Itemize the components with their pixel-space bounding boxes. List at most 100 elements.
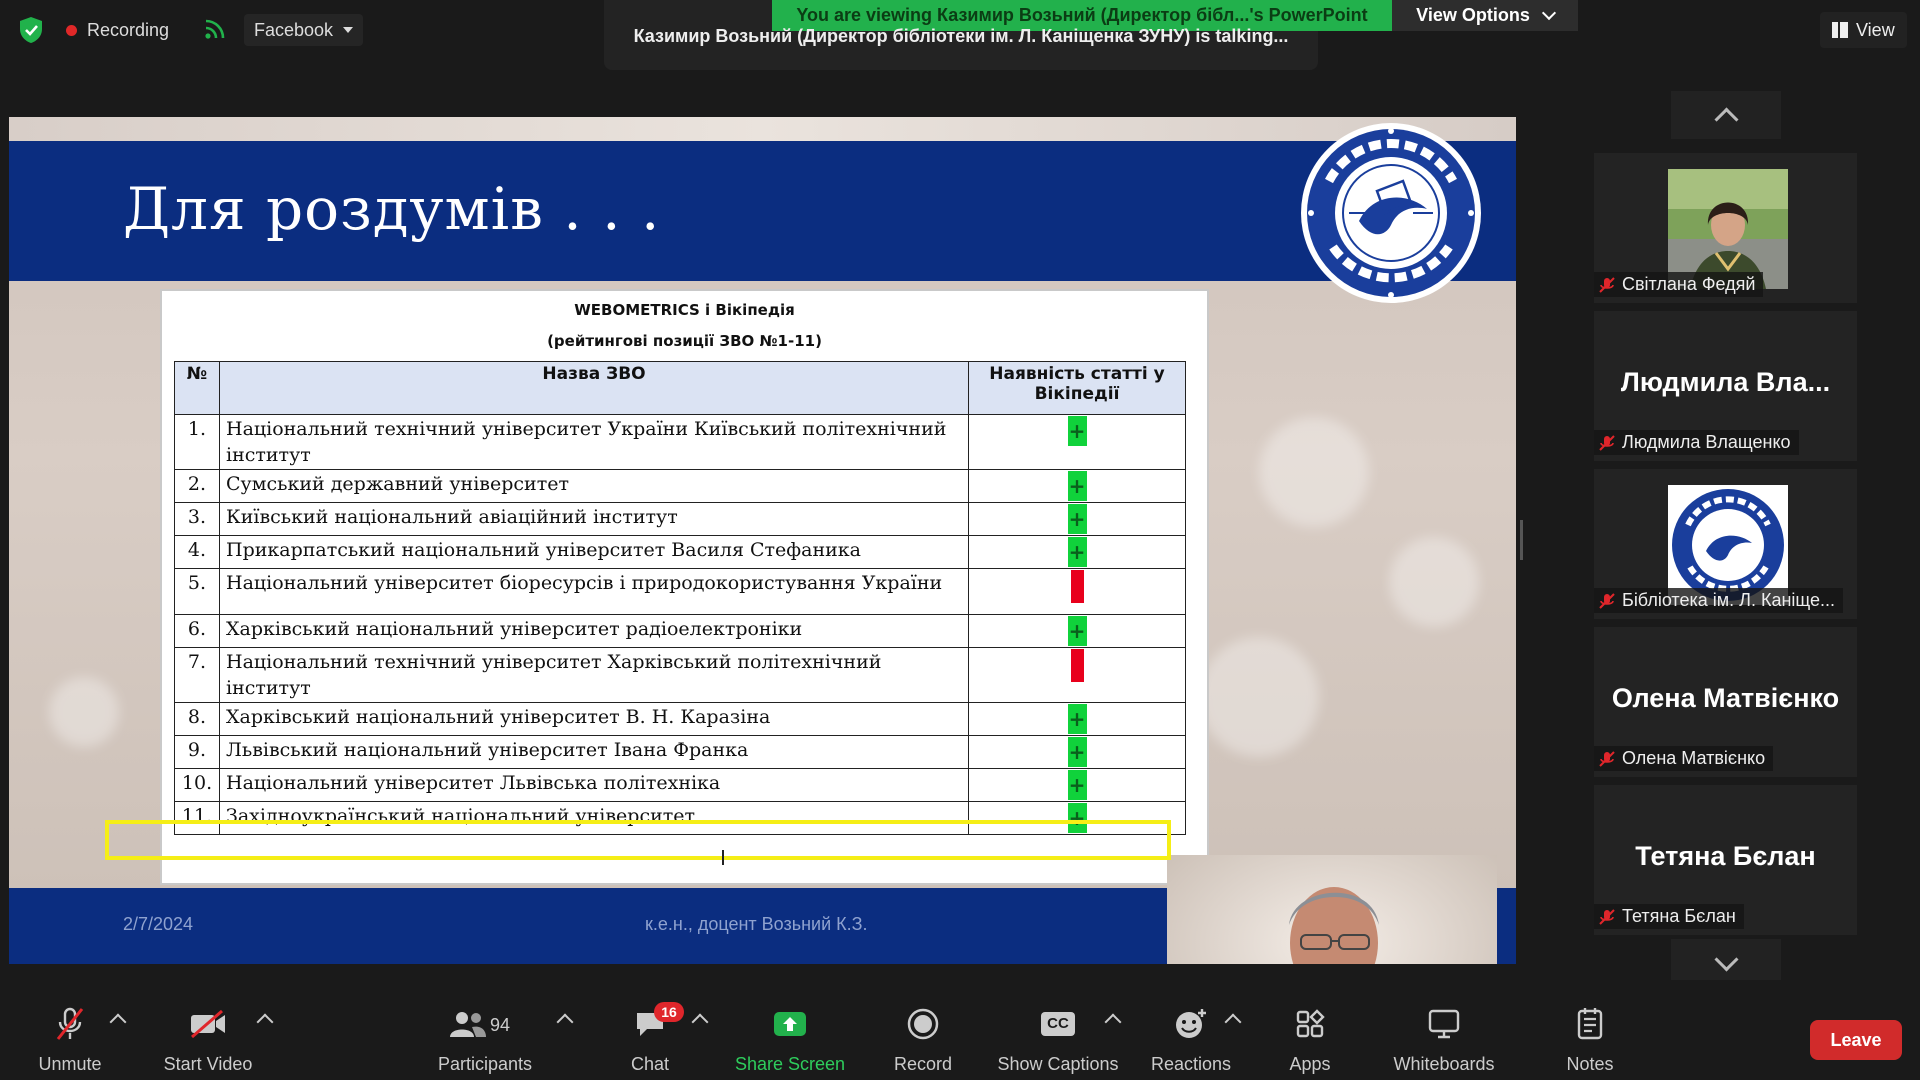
whiteboards-label: Whiteboards [1393,1054,1495,1074]
participant-video [1668,169,1788,289]
view-layout-button[interactable]: View [1820,12,1907,48]
panel-resize-handle[interactable] [1520,520,1523,560]
recording-indicator[interactable]: Recording [66,18,169,42]
wikipedia-status-cell: + [968,735,1186,769]
wikipedia-status-cell: + [968,614,1186,648]
audio-options-caret-icon[interactable] [109,1013,127,1031]
participant-name-label: Бібліотека ім. Л. Каніще... [1594,588,1844,613]
participant-logo [1668,485,1788,605]
participants-button[interactable]: 94 Participants [430,980,540,1080]
start-video-button[interactable]: Start Video [158,980,258,1080]
participants-count: 94 [490,1015,511,1035]
closed-captions-icon: CC [1041,1012,1075,1036]
background-bokeh [49,677,119,747]
whiteboard-icon [1428,1009,1460,1039]
participant-name-label: Людмила Влащенко [1594,430,1799,455]
participant-display-name: Людмила Вла... [1620,367,1831,397]
talking-indicator-text: Казимир Возьний (Директор бібліотеки ім.… [633,26,1289,46]
table-row: 1. Національний технічний університет Укр… [174,414,1186,470]
reactions-label: Reactions [1150,1054,1232,1074]
highlight-box-row-11 [105,820,1171,860]
wikipedia-status-cell [968,568,1186,615]
chat-options-caret-icon[interactable] [691,1013,709,1031]
table-row: 5. Національний університет біоресурсів і… [174,568,1186,615]
has-article-plus-mark: + [1067,537,1087,567]
column-header-number: № [174,361,220,415]
participant-tile[interactable]: Тетяна Бєлан Тетяна Бєлан [1594,785,1857,935]
university-name: Прикарпатський національний університет … [219,535,969,569]
university-name: Національний університет Львівська політ… [219,768,969,802]
table-title: WEBOMETRICS і Вікіпедія [574,301,795,319]
no-article-red-mark [1070,649,1084,682]
participant-name: Олена Матвієнко [1622,748,1766,768]
share-screen-button[interactable]: Share Screen [725,980,855,1080]
participants-label: Participants [437,1054,533,1074]
participant-name-label: Світлана Федяй [1594,272,1764,297]
notes-label: Notes [1566,1054,1614,1074]
participant-tile[interactable]: Людмила Вла... Людмила Влащенко [1594,311,1857,461]
wikipedia-status-cell: + [968,414,1186,470]
university-name: Київський національний авіаційний інстит… [219,502,969,536]
share-screen-icon [774,1012,806,1036]
participant-tile[interactable]: Світлана Федяй [1594,153,1857,303]
row-number: 7. [174,647,220,703]
muted-mic-icon [1599,276,1615,293]
ranking-table-card: WEBOMETRICS і Вікіпедія (рейтингові пози… [160,289,1209,885]
row-number: 9. [174,735,220,769]
unmute-button[interactable]: Unmute [30,980,110,1080]
muted-microphone-icon [56,1007,84,1040]
row-number: 1. [174,414,220,470]
has-article-plus-mark: + [1067,616,1087,646]
slide-date: 2/7/2024 [123,914,194,934]
participant-name-label: Олена Матвієнко [1594,746,1774,771]
live-stream-target-dropdown[interactable]: Facebook [244,14,364,46]
slide-top-strip [9,117,1516,141]
row-number: 4. [174,535,220,569]
record-label: Record [893,1054,953,1074]
wikipedia-status-cell: + [968,535,1186,569]
video-options-caret-icon[interactable] [256,1013,274,1031]
table-subtitle: (рейтингові позиції ЗВО №1-11) [547,332,822,350]
notes-icon [1577,1008,1603,1040]
university-name: Харківський національний університет рад… [219,614,969,648]
has-article-plus-mark: + [1067,504,1087,534]
participant-tile[interactable]: Бібліотека ім. Л. Каніще... [1594,469,1857,619]
background-bokeh [1259,417,1369,527]
whiteboards-button[interactable]: Whiteboards [1384,980,1504,1080]
show-captions-button[interactable]: CC Show Captions [993,980,1123,1080]
wikipedia-status-cell [968,647,1186,703]
caret-down-icon [343,27,354,33]
leave-meeting-button[interactable]: Leave [1810,1020,1902,1060]
view-options-label: View Options [1416,5,1530,25]
chevron-down-icon [1713,946,1739,972]
muted-mic-icon [1599,750,1615,767]
ranking-table: № Назва ЗВО Наявність статті у Вікіпедії… [174,361,1186,835]
has-article-plus-mark: + [1067,471,1087,501]
table-header-row: № Назва ЗВО Наявність статті у Вікіпедії [174,361,1186,415]
reactions-button[interactable]: Reactions [1146,980,1236,1080]
row-number: 8. [174,702,220,736]
table-row: 8. Харківський національний університет В… [174,702,1186,736]
apps-button[interactable]: Apps [1270,980,1350,1080]
slide-title: Для роздумів . . . [123,175,661,243]
notes-button[interactable]: Notes [1550,980,1630,1080]
university-name: Національний технічний університет Харкі… [219,647,969,703]
participants-options-caret-icon[interactable] [556,1013,574,1031]
recording-label: Recording [87,19,170,40]
view-label: View [1856,19,1895,40]
chat-button[interactable]: 16 Chat [610,980,690,1080]
participant-tile[interactable]: Олена Матвієнко Олена Матвієнко [1594,627,1857,777]
background-bokeh [1199,637,1319,757]
view-options-button[interactable]: View Options [1392,0,1578,31]
participant-name: Людмила Влащенко [1622,432,1791,452]
muted-mic-icon [1599,908,1615,925]
live-stream-icon[interactable] [204,18,226,40]
scroll-up-button[interactable] [1671,91,1781,139]
record-button[interactable]: Record [878,980,968,1080]
security-shield-icon[interactable] [18,16,44,44]
participant-name-label: Тетяна Бєлан [1594,904,1744,929]
meeting-toolbar: Unmute Start Video 94 Participants 16 Ch… [0,980,1920,1080]
row-number: 2. [174,469,220,503]
column-header-wikipedia: Наявність статті у Вікіпедії [968,361,1186,415]
university-name: Національний університет біоресурсів і п… [219,568,969,615]
